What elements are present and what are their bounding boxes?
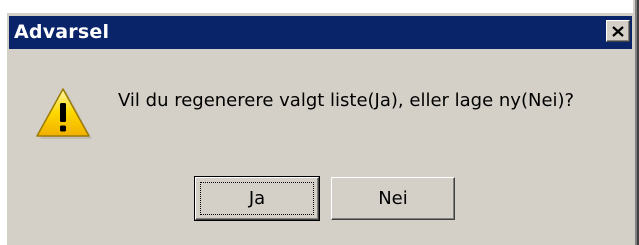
- yes-button[interactable]: Ja: [194, 176, 320, 221]
- close-icon: [612, 25, 624, 37]
- warning-icon: [36, 88, 92, 139]
- yes-button-label: Ja: [248, 188, 266, 209]
- title-bar[interactable]: Advarsel: [9, 16, 632, 49]
- close-button[interactable]: [606, 20, 630, 42]
- no-button-label: Nei: [378, 188, 408, 209]
- window-title: Advarsel: [14, 21, 110, 43]
- dialog-message: Vil du regenerere valgt liste(Ja), eller…: [118, 90, 575, 111]
- dialog-body: Vil du regenerere valgt liste(Ja), eller…: [9, 49, 632, 245]
- dialog-window: Advarsel Vil du regenerere valgt liste(J…: [0, 0, 639, 245]
- window-frame-right: [633, 0, 639, 245]
- window-frame-top: [0, 0, 639, 13]
- no-button[interactable]: Nei: [331, 177, 455, 220]
- window-frame-left: [0, 0, 7, 245]
